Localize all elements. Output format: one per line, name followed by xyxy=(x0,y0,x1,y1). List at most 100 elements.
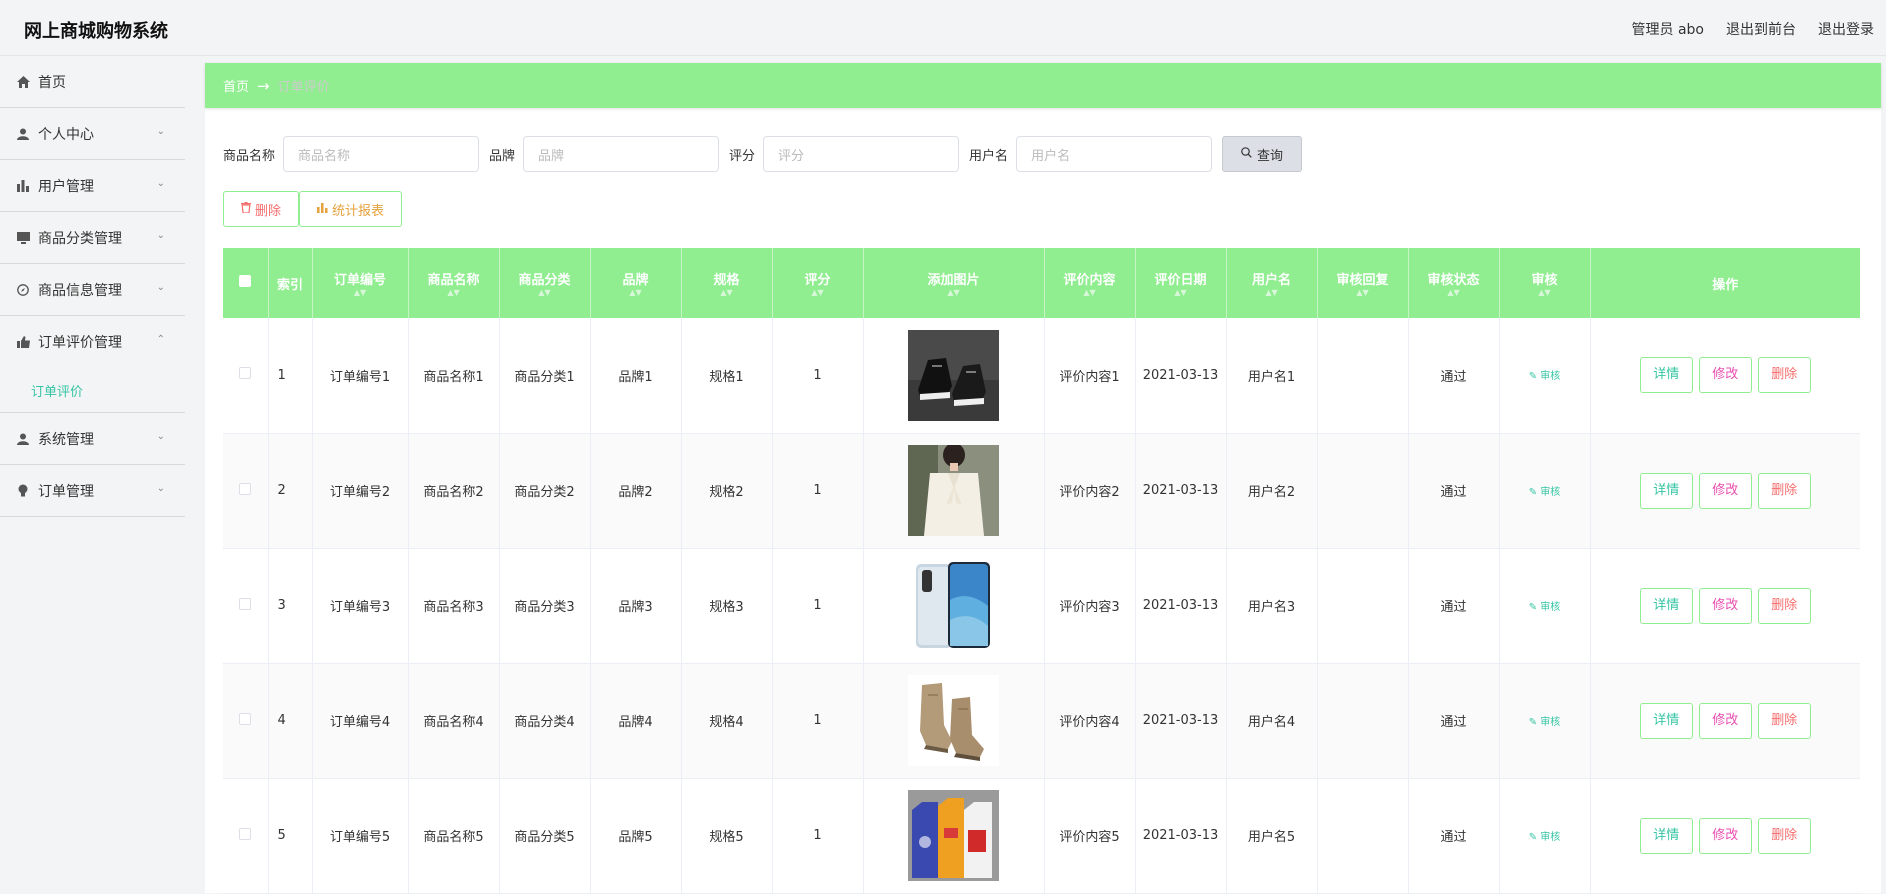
audit-label: 审核 xyxy=(1540,601,1561,613)
edit-button[interactable]: 修改 xyxy=(1698,587,1752,624)
sort-icon[interactable]: ▲▼ xyxy=(864,288,1044,297)
sort-icon[interactable]: ▲▼ xyxy=(1500,288,1590,297)
table-row: 4 订单编号4 商品名称4 商品分类4 品牌4 规格4 1 评价内容4 2021… xyxy=(223,663,1860,779)
col-order-no[interactable]: 订单编号 ▲▼ xyxy=(312,248,409,318)
reply-cell xyxy=(1317,433,1409,549)
delete-button[interactable]: 删除 xyxy=(1757,472,1811,509)
row-select-cell[interactable] xyxy=(223,778,269,894)
sidebar-item-system[interactable]: 系统管理 ⌄ xyxy=(0,413,185,465)
sidebar-item-personal[interactable]: 个人中心 ⌄ xyxy=(0,108,185,160)
row-select-cell[interactable] xyxy=(223,318,269,434)
edit-button[interactable]: 修改 xyxy=(1698,472,1752,509)
breadcrumb-home[interactable]: 首页 xyxy=(223,76,249,95)
delete-button[interactable]: 删除 xyxy=(1757,357,1811,394)
detail-button[interactable]: 详情 xyxy=(1639,702,1693,739)
select-all-checkbox[interactable] xyxy=(239,275,252,287)
col-date[interactable]: 评价日期 ▲▼ xyxy=(1135,248,1227,318)
col-category[interactable]: 商品分类 ▲▼ xyxy=(499,248,591,318)
review-table: 索引 订单编号 ▲▼ 商品名称 ▲▼ 商品分类 ▲▼ 品牌 ▲▼ 规格 ▲▼ 评分 ▲▼ 添… xyxy=(223,248,1860,894)
row-checkbox[interactable] xyxy=(239,827,252,840)
row-select-cell[interactable] xyxy=(223,433,269,549)
detail-button[interactable]: 详情 xyxy=(1639,817,1693,854)
sort-icon[interactable]: ▲▼ xyxy=(313,288,408,297)
query-button[interactable]: 查询 xyxy=(1222,136,1303,172)
brand-input[interactable]: 品牌 xyxy=(523,136,720,172)
delete-button[interactable]: 删除 xyxy=(1757,817,1811,854)
col-image[interactable]: 添加图片 ▲▼ xyxy=(863,248,1045,318)
rating-input[interactable]: 评分 xyxy=(763,136,960,172)
edit-button[interactable]: 修改 xyxy=(1698,817,1752,854)
sort-icon[interactable]: ▲▼ xyxy=(1409,288,1499,297)
product-name-input[interactable]: 商品名称 xyxy=(283,136,480,172)
detail-button[interactable]: 详情 xyxy=(1639,472,1693,509)
compass-icon xyxy=(16,283,30,297)
audit-link[interactable]: ✎ 审核 xyxy=(1529,602,1561,613)
audit-link[interactable]: ✎ 审核 xyxy=(1529,371,1561,382)
product-name-cell: 商品名称2 xyxy=(408,433,500,549)
col-product-name[interactable]: 商品名称 ▲▼ xyxy=(408,248,500,318)
arrow-right-icon: → xyxy=(257,76,270,95)
sidebar-item-product-info[interactable]: 商品信息管理 ⌄ xyxy=(0,264,185,316)
col-audit[interactable]: 审核 ▲▼ xyxy=(1499,248,1591,318)
sort-icon[interactable]: ▲▼ xyxy=(1227,288,1317,297)
col-status[interactable]: 审核状态 ▲▼ xyxy=(1408,248,1500,318)
sidebar-item-users[interactable]: 用户管理 ⌄ xyxy=(0,160,185,212)
spec-cell: 规格4 xyxy=(681,663,773,779)
col-rating[interactable]: 评分 ▲▼ xyxy=(772,248,864,318)
action-bar: 删除 统计报表 xyxy=(223,191,403,227)
col-username[interactable]: 用户名 ▲▼ xyxy=(1226,248,1318,318)
category-cell: 商品分类2 xyxy=(499,433,591,549)
operations-cell: 详情 修改 删除 xyxy=(1590,778,1860,894)
audit-link[interactable]: ✎ 审核 xyxy=(1529,717,1561,728)
row-select-cell[interactable] xyxy=(223,663,269,779)
audit-link[interactable]: ✎ 审核 xyxy=(1529,487,1561,498)
sort-icon[interactable]: ▲▼ xyxy=(773,288,863,297)
sort-icon[interactable]: ▲▼ xyxy=(1318,288,1408,297)
delete-button[interactable]: 删除 xyxy=(1757,702,1811,739)
audit-link[interactable]: ✎ 审核 xyxy=(1529,832,1561,843)
user-icon xyxy=(16,127,30,141)
admin-user[interactable]: 管理员 abo xyxy=(1632,19,1704,39)
sidebar-item-orders[interactable]: 订单管理 ⌄ xyxy=(0,465,185,517)
sort-icon[interactable]: ▲▼ xyxy=(1136,288,1226,297)
col-reply[interactable]: 审核回复 ▲▼ xyxy=(1317,248,1409,318)
edit-icon: ✎ xyxy=(1528,371,1538,383)
sort-icon[interactable]: ▲▼ xyxy=(682,288,772,297)
col-brand[interactable]: 品牌 ▲▼ xyxy=(590,248,682,318)
username-input[interactable]: 用户名 xyxy=(1016,136,1213,172)
row-select-cell[interactable] xyxy=(223,548,269,664)
batch-delete-button[interactable]: 删除 xyxy=(223,191,300,227)
sidebar-item-label: 首页 xyxy=(38,74,66,91)
row-checkbox[interactable] xyxy=(239,482,252,495)
sort-icon[interactable]: ▲▼ xyxy=(1045,288,1135,297)
col-spec[interactable]: 规格 ▲▼ xyxy=(681,248,773,318)
logout-link[interactable]: 退出登录 xyxy=(1818,19,1874,39)
row-checkbox[interactable] xyxy=(239,712,252,725)
edit-button[interactable]: 修改 xyxy=(1698,702,1752,739)
product-name-cell: 商品名称3 xyxy=(408,548,500,664)
delete-button[interactable]: 删除 xyxy=(1757,587,1811,624)
edit-button[interactable]: 修改 xyxy=(1698,357,1752,394)
sidebar-item-order-review[interactable]: 订单评价管理 ⌃ xyxy=(0,316,185,368)
sidebar-item-home[interactable]: 首页 xyxy=(0,56,185,108)
stats-report-button[interactable]: 统计报表 xyxy=(299,191,403,227)
sidebar-item-category[interactable]: 商品分类管理 ⌄ xyxy=(0,212,185,264)
row-checkbox[interactable] xyxy=(239,367,252,380)
username-label: 用户名 xyxy=(969,148,1009,164)
image-cell xyxy=(863,663,1045,779)
sort-icon[interactable]: ▲▼ xyxy=(591,288,681,297)
sidebar-item-label: 商品信息管理 xyxy=(38,282,122,299)
sort-icon[interactable]: ▲▼ xyxy=(500,288,590,297)
select-all-cell[interactable] xyxy=(223,248,269,318)
exit-to-front-link[interactable]: 退出到前台 xyxy=(1726,19,1796,39)
chevron-down-icon: ⌄ xyxy=(156,431,165,442)
col-content[interactable]: 评价内容 ▲▼ xyxy=(1044,248,1136,318)
detail-button[interactable]: 详情 xyxy=(1639,357,1693,394)
sort-icon[interactable]: ▲▼ xyxy=(409,288,499,297)
submenu-order-review[interactable]: 订单评价 xyxy=(0,368,185,413)
col-label: 添加图片 xyxy=(927,273,980,288)
row-checkbox[interactable] xyxy=(239,597,252,610)
detail-button[interactable]: 详情 xyxy=(1639,587,1693,624)
breadcrumb: 首页 → 订单评价 xyxy=(205,63,1881,108)
bar-chart-icon xyxy=(317,202,328,217)
